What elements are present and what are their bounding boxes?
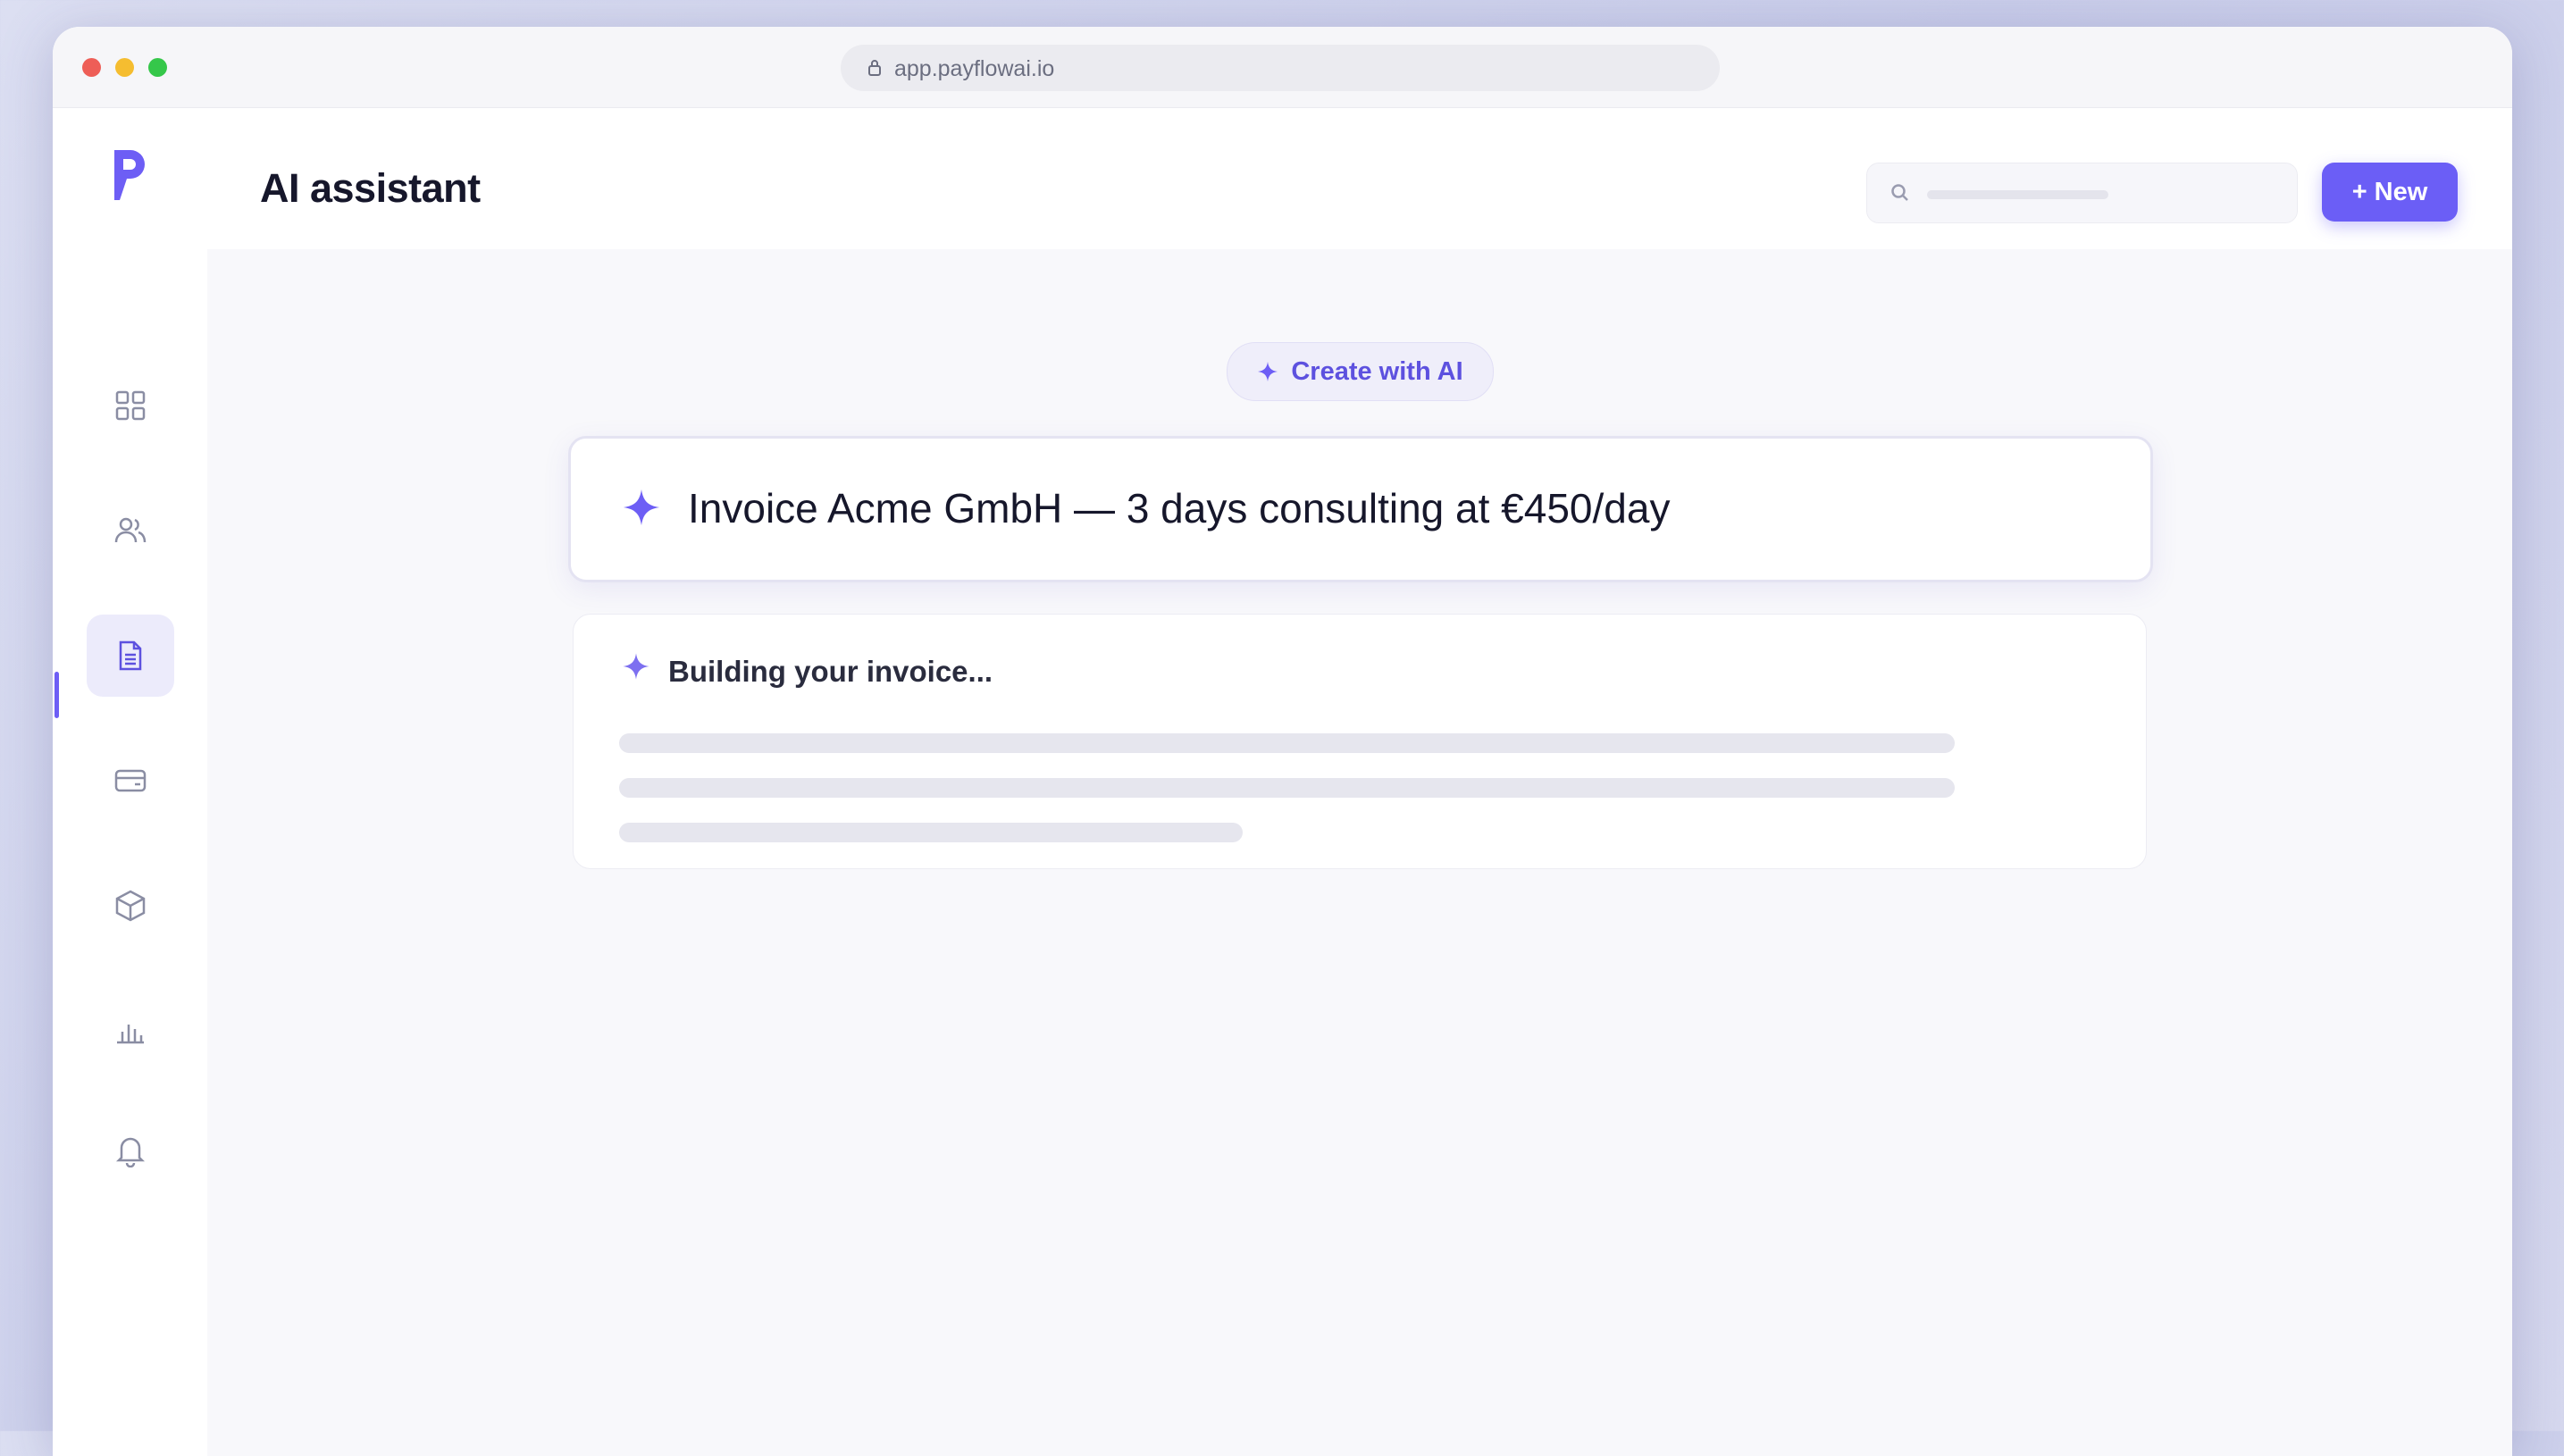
ai-prompt-card[interactable]: Invoice Acme GmbH — 3 days consulting at… xyxy=(568,436,2153,582)
loading-skeleton-line xyxy=(619,823,1243,842)
sidebar-item-customers[interactable] xyxy=(87,490,174,572)
sidebar-item-invoices[interactable] xyxy=(87,615,174,697)
bar-chart-icon xyxy=(117,1025,144,1044)
app-window: app.payflowai.io AI assistant + New Crea… xyxy=(53,27,2512,1456)
create-with-ai-label: Create with AI xyxy=(1291,356,1463,386)
search-placeholder-bar xyxy=(1927,190,2108,199)
loading-skeleton-line xyxy=(619,778,1955,798)
page-header: AI assistant + New xyxy=(207,108,2512,249)
sidebar-item-payments[interactable] xyxy=(87,740,174,822)
bell-icon xyxy=(115,1137,146,1167)
sidebar-item-notifications[interactable] xyxy=(87,1109,174,1192)
minimize-window-button[interactable] xyxy=(115,58,134,77)
main-content: Create with AI Invoice Acme GmbH — 3 day… xyxy=(207,249,2512,1456)
address-bar[interactable]: app.payflowai.io xyxy=(841,45,1720,91)
sparkle-icon xyxy=(1258,362,1278,381)
sidebar xyxy=(53,108,207,1456)
page-title: AI assistant xyxy=(260,165,481,211)
dashboard-grid-icon xyxy=(115,390,146,421)
new-button[interactable]: + New xyxy=(2322,163,2458,222)
search-icon xyxy=(1891,184,1908,201)
browser-titlebar: app.payflowai.io xyxy=(53,27,2512,108)
maximize-window-button[interactable] xyxy=(148,58,167,77)
url-text: app.payflowai.io xyxy=(894,56,1055,81)
ai-prompt-text: Invoice Acme GmbH — 3 days consulting at… xyxy=(688,485,1671,531)
create-with-ai-button[interactable]: Create with AI xyxy=(1227,342,1494,401)
close-window-button[interactable] xyxy=(82,58,101,77)
lock-icon xyxy=(868,60,881,76)
sparkle-icon xyxy=(623,489,660,526)
search-input[interactable] xyxy=(1866,163,2298,223)
box-icon xyxy=(115,890,146,922)
sidebar-item-dashboard[interactable] xyxy=(87,364,174,447)
sparkle-icon xyxy=(623,653,649,680)
credit-card-icon xyxy=(114,769,147,792)
payflow-logo-icon xyxy=(114,150,145,200)
ai-result-card: Building your invoice... xyxy=(573,614,2147,869)
result-status-title: Building your invoice... xyxy=(668,655,993,688)
loading-skeleton-line xyxy=(619,733,1955,753)
sidebar-item-reports[interactable] xyxy=(87,990,174,1072)
users-icon xyxy=(114,517,147,543)
document-icon xyxy=(119,640,142,671)
sidebar-item-products[interactable] xyxy=(87,865,174,947)
active-nav-indicator xyxy=(54,672,59,718)
